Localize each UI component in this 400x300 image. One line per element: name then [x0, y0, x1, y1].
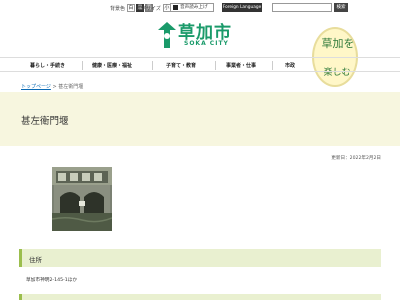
- nav-item-living[interactable]: 暮らし・手続き: [30, 62, 65, 69]
- updated-date: 更新日：2022年2月2日: [331, 156, 381, 161]
- nav-divider: [82, 61, 83, 70]
- breadcrumb: トップページ > 甚左衛門堰: [21, 83, 83, 90]
- page-title: 甚左衛門堰: [21, 116, 69, 127]
- utility-bar: 背景色 白 黒 青 文字サイズ 小 中 大 音声読み上げ Foreign Lan…: [0, 0, 400, 16]
- promo-badge-line1: 草加を: [321, 37, 355, 50]
- nav-item-health[interactable]: 健康・医療・福祉: [92, 62, 132, 69]
- next-section-heading: [19, 294, 381, 300]
- nav-divider: [152, 61, 153, 70]
- breadcrumb-home-link[interactable]: トップページ: [21, 84, 51, 90]
- city-emblem-icon: [158, 22, 176, 48]
- read-aloud-label: 音声読み上げ: [180, 5, 208, 10]
- address-section-heading: 住所: [19, 249, 381, 267]
- logo-sub: SOKA CITY: [184, 40, 229, 47]
- nav-item-business[interactable]: 事業者・仕事: [226, 62, 256, 69]
- page-title-bar: 甚左衛門堰: [0, 92, 400, 146]
- read-aloud-button[interactable]: 音声読み上げ: [170, 3, 214, 12]
- breadcrumb-current: 甚左衛門堰: [58, 84, 84, 90]
- text-size-label: 文字サイズ: [136, 5, 161, 12]
- site-logo[interactable]: 草加市 SOKA CITY: [156, 18, 246, 54]
- address-value: 草加市神明2-145-1ほか: [26, 278, 78, 283]
- address-heading: 住所: [29, 256, 42, 264]
- global-nav: 暮らし・手続き 健康・医療・福祉 子育て・教育 事業者・仕事 市政: [0, 57, 400, 72]
- bg-color-label: 背景色: [110, 5, 126, 12]
- nav-divider: [272, 61, 273, 70]
- nav-divider: [215, 61, 216, 70]
- search-input[interactable]: [272, 3, 332, 12]
- nav-item-childcare[interactable]: 子育て・教育: [166, 62, 196, 69]
- breadcrumb-separator: >: [52, 84, 57, 90]
- search-button[interactable]: 検索: [334, 3, 348, 12]
- bg-white-button[interactable]: 白: [127, 4, 136, 12]
- speaker-icon: [173, 5, 178, 10]
- weir-photo: [52, 167, 112, 231]
- foreign-language-button[interactable]: Foreign Language: [222, 3, 262, 12]
- nav-item-city-government[interactable]: 市政: [285, 62, 295, 69]
